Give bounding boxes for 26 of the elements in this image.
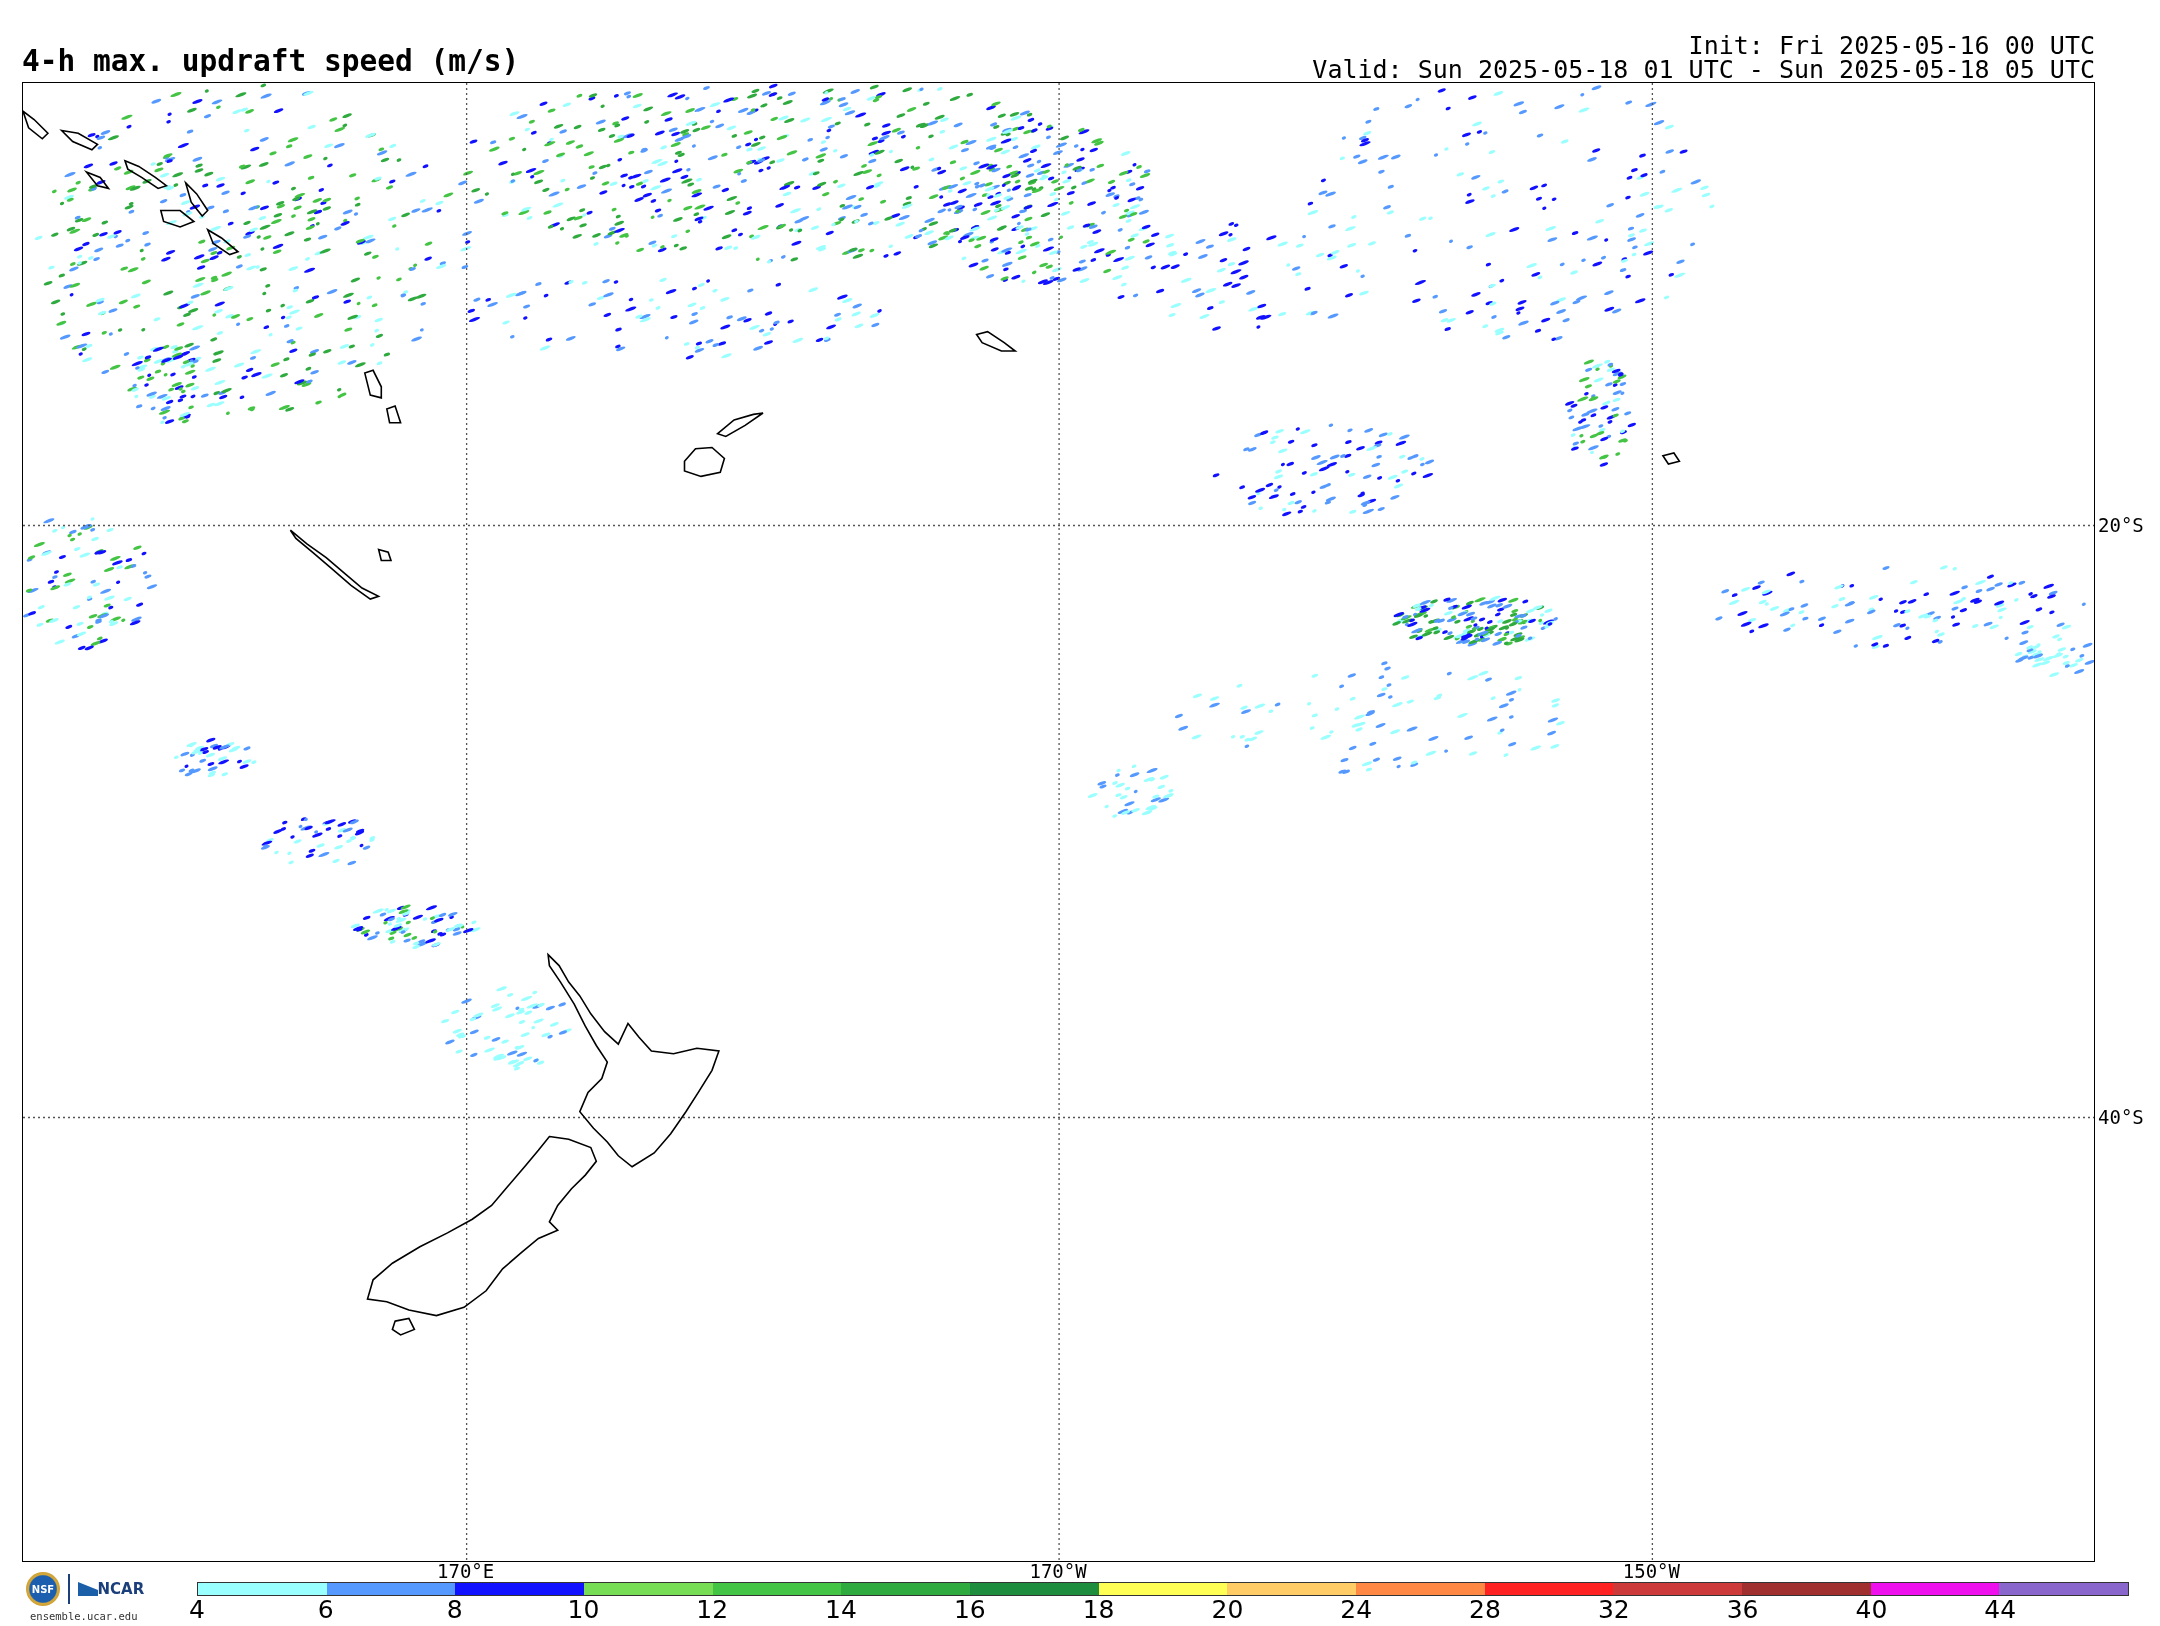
site-url: ensemble.ucar.edu: [29, 1610, 138, 1622]
tick-label: 16: [953, 1596, 986, 1624]
nsf-logo: NSF: [26, 1572, 60, 1606]
latitude-label: 40°S: [2098, 1105, 2144, 1128]
tick-label: 44: [1984, 1596, 2017, 1624]
ncar-logo: NCAR: [77, 1580, 145, 1598]
tick-label: 32: [1597, 1596, 1630, 1624]
tick-label: 10: [567, 1596, 600, 1624]
tick-label: 24: [1340, 1596, 1373, 1624]
tick-label: 18: [1082, 1596, 1115, 1624]
tick-label: 14: [825, 1596, 857, 1624]
longitude-label: 150°W: [1622, 1561, 1680, 1581]
init-time: Init: Fri 2025-05-16 00 UTC: [1688, 34, 2095, 58]
tick-label: 36: [1726, 1596, 1759, 1624]
tick-label: 6: [317, 1596, 334, 1624]
map-title: 4-h max. updraft speed (m/s): [22, 44, 520, 78]
latitude-label: 20°S: [2098, 513, 2144, 536]
tick-label: 8: [446, 1596, 463, 1624]
tick-label: 4: [189, 1596, 205, 1624]
tick-label: 20: [1211, 1596, 1244, 1624]
longitude-label: 170°E: [437, 1561, 495, 1581]
valid-time: Valid: Sun 2025-05-18 01 UTC - Sun 2025-05-18 05 UTC: [1312, 58, 2095, 82]
tick-label: 28: [1469, 1596, 1501, 1624]
longitude-label: 170°W: [1029, 1561, 1087, 1581]
tick-label: 40: [1855, 1596, 1888, 1624]
tick-label: 12: [696, 1596, 729, 1624]
